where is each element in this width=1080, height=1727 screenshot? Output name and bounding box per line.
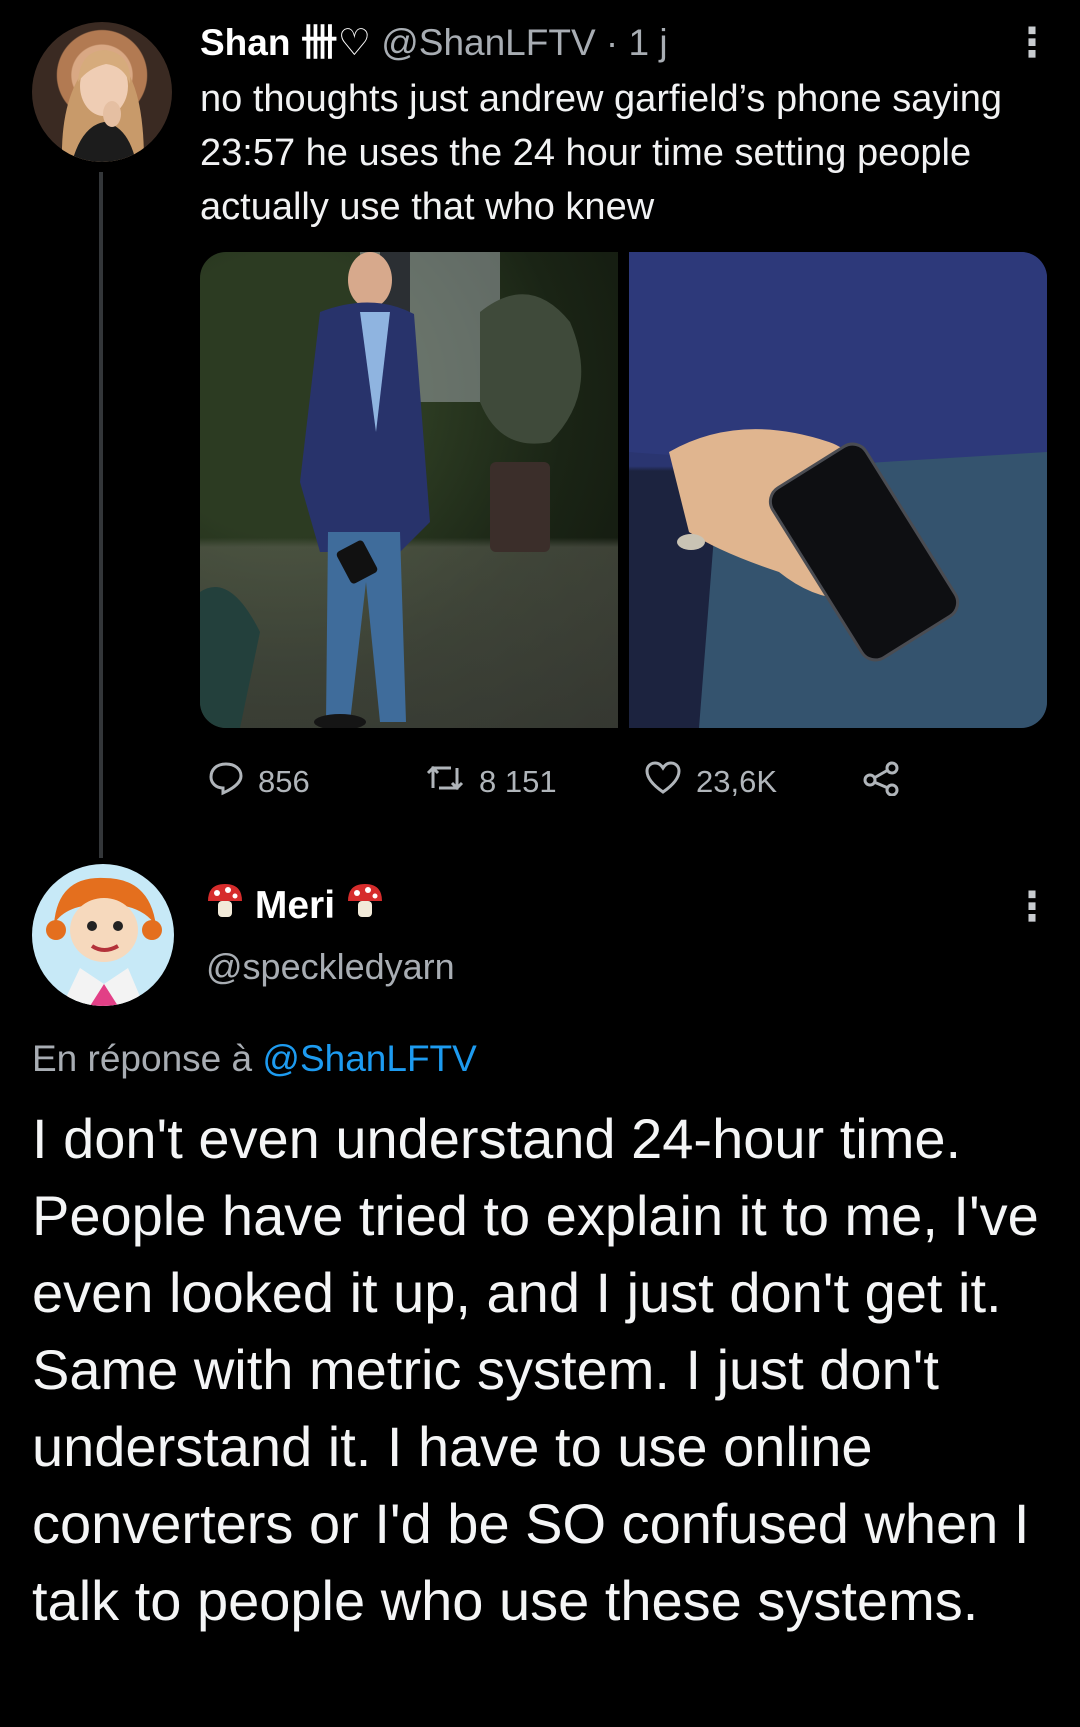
author-name-decoration: 卌♡ bbox=[300, 22, 371, 63]
share-icon[interactable] bbox=[862, 760, 902, 804]
reply-count: 856 bbox=[258, 764, 310, 800]
retweet-icon bbox=[425, 760, 465, 808]
tweet-photo-2[interactable] bbox=[629, 252, 1047, 728]
avatar-meri[interactable] bbox=[32, 864, 174, 1006]
reply-action[interactable]: 856 bbox=[208, 760, 310, 804]
like-action[interactable]: 23,6K bbox=[644, 760, 777, 804]
tweet-header: Shan 卌♡ @ShanLFTV · 1 j bbox=[200, 18, 668, 68]
tweet-timestamp[interactable]: · 1 j bbox=[606, 22, 668, 63]
mushroom-icon bbox=[346, 881, 384, 935]
reply-author-name: Meri bbox=[254, 884, 336, 927]
more-vertical-icon[interactable]: ⋮ bbox=[1012, 882, 1052, 932]
retweet-count: 8 151 bbox=[479, 764, 557, 800]
tweet-photo-1[interactable] bbox=[200, 252, 618, 728]
reply-author-handle[interactable]: @speckledyarn bbox=[206, 943, 455, 991]
heart-icon bbox=[644, 760, 682, 808]
mushroom-icon bbox=[206, 881, 244, 935]
reply-mention-link[interactable]: @ShanLFTV bbox=[262, 1038, 476, 1079]
reply-context: En réponse à @ShanLFTV bbox=[32, 1033, 477, 1085]
author-handle[interactable]: @ShanLFTV bbox=[381, 22, 595, 63]
author-name[interactable]: Shan bbox=[200, 22, 290, 63]
avatar-shan[interactable] bbox=[32, 22, 172, 162]
thread-line bbox=[99, 172, 103, 858]
tweet-text: no thoughts just andrew garfield’s phone… bbox=[200, 78, 1003, 228]
like-count: 23,6K bbox=[696, 764, 778, 800]
reply-author[interactable]: Meri bbox=[206, 880, 384, 932]
more-vertical-icon[interactable]: ⋮ bbox=[1012, 18, 1052, 68]
reply-icon bbox=[208, 760, 244, 808]
reply-prefix: En réponse à bbox=[32, 1038, 253, 1079]
reply-text: I don't even understand 24-hour time. Pe… bbox=[32, 1107, 1039, 1632]
retweet-action[interactable]: 8 151 bbox=[425, 760, 557, 804]
